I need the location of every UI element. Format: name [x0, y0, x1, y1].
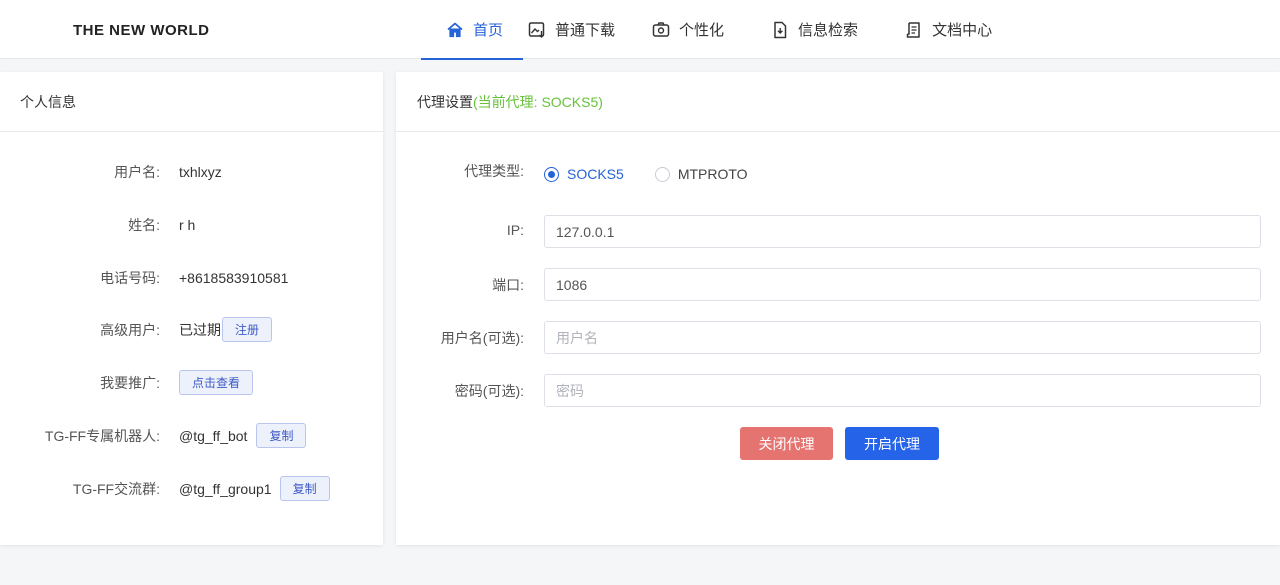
bot-value: @tg_ff_bot [179, 427, 248, 444]
nav-search-label: 信息检索 [798, 22, 859, 39]
nav-download-label: 普通下载 [555, 22, 616, 39]
radio-socks5[interactable]: SOCKS5 [544, 166, 624, 182]
bot-copy-button[interactable]: 复制 [256, 423, 307, 448]
vip-label: 高级用户: [100, 321, 160, 338]
ip-row: IP: [396, 222, 524, 238]
nav-home-label: 首页 [473, 22, 504, 39]
phone-label: 电话号码: [100, 270, 160, 286]
proxy-card-title: 代理设置 (当前代理: SOCKS5) [396, 72, 1280, 132]
radio-mtproto-label: MTPROTO [677, 166, 748, 182]
nav-docs[interactable]: 文档中心 [883, 0, 992, 59]
name-row: 姓名: r h [0, 215, 195, 235]
document-search-icon [771, 21, 789, 39]
open-proxy-button[interactable]: 开启代理 [845, 427, 939, 460]
proxy-pass-row: 密码(可选): [396, 381, 524, 401]
bot-row: TG-FF专属机器人: @tg_ff_bot 复制 [0, 423, 307, 448]
name-label: 姓名: [128, 217, 160, 233]
proxy-title: 代理设置 [417, 93, 473, 110]
nav-download[interactable]: 普通下载 [523, 0, 640, 59]
bot-label: TG-FF专属机器人: [44, 427, 160, 444]
proxy-pass-input[interactable]: 密码 [544, 374, 1261, 407]
proxy-type-row: 代理类型: [396, 161, 524, 181]
promo-row: 我要推广: 点击查看 [0, 370, 254, 395]
ip-label: IP: [506, 222, 524, 238]
group-copy-button[interactable]: 复制 [279, 476, 330, 501]
proxy-pass-label: 密码(可选): [454, 383, 524, 399]
radio-mtproto[interactable]: MTPROTO [654, 166, 748, 182]
register-button[interactable]: 注册 [222, 317, 273, 342]
home-icon [446, 21, 464, 39]
proxy-user-label: 用户名(可选): [440, 330, 524, 346]
proxy-user-input[interactable]: 用户名 [544, 321, 1261, 354]
logo: THE NEW WORLD [73, 22, 210, 39]
nav-customize-label: 个性化 [679, 22, 725, 39]
phone-value: +8618583910581 [179, 270, 289, 286]
profile-card-title: 个人信息 [0, 72, 383, 132]
customize-icon [652, 21, 670, 39]
group-value: @tg_ff_group1 [179, 480, 272, 497]
current-proxy: (当前代理: SOCKS5) [473, 93, 603, 110]
username-value: txhlxyz [179, 164, 222, 180]
ip-input[interactable]: 127.0.0.1 [544, 215, 1261, 248]
radio-socks5-label: SOCKS5 [567, 166, 624, 182]
top-bar: THE NEW WORLD 首页 普通下载 个性化 信息检索 文档中心 [0, 0, 1280, 60]
radio-mtproto-dot [654, 166, 670, 182]
group-label: TG-FF交流群: [72, 480, 160, 497]
nav-home[interactable]: 首页 [421, 0, 524, 60]
username-row: 用户名: txhlxyz [0, 162, 222, 182]
proxy-type-label: 代理类型: [464, 163, 524, 179]
proxy-card: 代理设置 (当前代理: SOCKS5) [396, 72, 1280, 545]
nav-customize[interactable]: 个性化 [640, 0, 749, 59]
nav-docs-label: 文档中心 [932, 22, 993, 39]
port-label: 端口: [492, 277, 524, 293]
image-download-icon [528, 21, 546, 39]
radio-socks5-dot [544, 166, 559, 182]
promo-view-button[interactable]: 点击查看 [179, 370, 254, 395]
vip-row: 高级用户: 已过期 注册 [0, 317, 273, 342]
port-input[interactable]: 1086 [544, 268, 1261, 301]
phone-row: 电话号码: +8618583910581 [0, 268, 288, 288]
close-proxy-button[interactable]: 关闭代理 [740, 427, 833, 460]
group-row: TG-FF交流群: @tg_ff_group1 复制 [0, 476, 330, 501]
promo-label: 我要推广: [100, 374, 160, 391]
profile-card: 个人信息 用户名: txhlxyz 姓名: r h 电话号码: +8618583… [0, 72, 383, 545]
nav-search[interactable]: 信息检索 [749, 0, 883, 59]
proxy-type-options: SOCKS5 MTPROTO [544, 166, 748, 182]
vip-status: 已过期 [179, 321, 221, 338]
main-nav: 首页 普通下载 个性化 信息检索 文档中心 [421, 0, 992, 60]
docs-icon [905, 21, 923, 39]
name-value: r h [179, 217, 196, 233]
proxy-user-row: 用户名(可选): [396, 328, 524, 348]
username-label: 用户名: [114, 164, 160, 180]
port-row: 端口: [396, 275, 524, 295]
